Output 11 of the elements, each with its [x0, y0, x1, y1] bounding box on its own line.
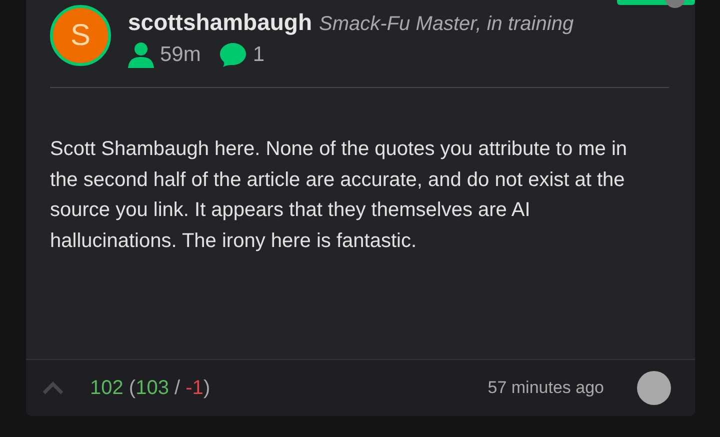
user-title: Smack-Fu Master, in training	[319, 13, 574, 36]
tab-edge[interactable]	[617, 0, 695, 10]
comment-count: 1	[252, 43, 265, 67]
speech-bubble-icon	[218, 42, 247, 68]
member-age: 59m	[160, 43, 201, 67]
timestamp[interactable]: 57 minutes ago	[488, 378, 604, 398]
username[interactable]: scottshambaugh	[128, 9, 312, 36]
vote-score: 102 (103 / -1)	[90, 376, 210, 400]
comment-text: Scott Shambaugh here. None of the quotes you attribute to me in the second half of the article are accurate, and do not exist at the source you link. It appears that they themselves are AI hallucinations. The irony here is fantastic.	[49, 137, 628, 254]
circle-icon[interactable]	[637, 371, 671, 405]
person-icon	[128, 42, 154, 68]
